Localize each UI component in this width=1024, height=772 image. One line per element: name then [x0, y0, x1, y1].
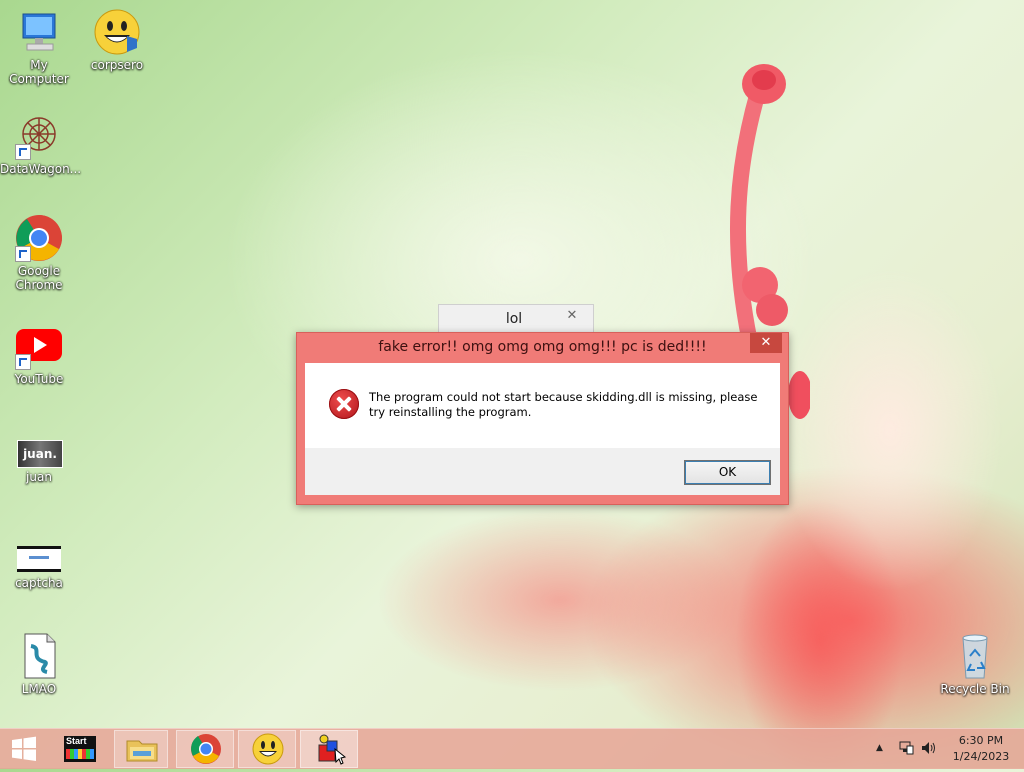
error-dialog: fake error!! omg omg omg omg!!! pc is de… — [296, 332, 789, 505]
icon-label: juan — [26, 470, 52, 484]
desktop-icon-captcha[interactable]: captcha — [0, 532, 78, 590]
clock-date: 1/24/2023 — [952, 750, 1010, 763]
windows-logo-icon[interactable] — [0, 730, 48, 768]
tray-up-arrow-icon[interactable]: ▲ — [876, 743, 883, 753]
shortcut-arrow-icon — [15, 144, 31, 160]
chrome-icon[interactable] — [176, 730, 234, 768]
icon-label: Google Chrome — [15, 264, 63, 292]
dialog-message: The program could not start because skid… — [369, 390, 758, 419]
desktop-icon-juan[interactable]: juan. juan — [0, 428, 78, 484]
icon-label: My Computer — [9, 58, 69, 86]
icon-label: LMAO — [21, 682, 57, 696]
shortcut-arrow-icon — [15, 354, 31, 370]
icon-label: Recycle Bin — [940, 682, 1010, 696]
app-shapes-icon[interactable] — [300, 730, 358, 768]
desktop-icon-my-computer[interactable]: My Computer — [0, 8, 78, 86]
dialog-footer: OK — [305, 448, 780, 495]
ok-button[interactable]: OK — [684, 460, 771, 485]
clock[interactable]: 6:30 PM 1/24/2023 — [944, 733, 1018, 765]
icon-label: corpsero — [90, 58, 144, 72]
start-label: Start — [66, 736, 87, 746]
script-file-icon — [15, 632, 63, 680]
close-button[interactable]: ✕ — [750, 333, 782, 353]
desktop-icon-recycle-bin[interactable]: Recycle Bin — [936, 632, 1014, 696]
desktop-icon-youtube[interactable]: YouTube — [0, 322, 78, 386]
dialog-title: fake error!! omg omg omg omg!!! pc is de… — [378, 339, 707, 355]
desktop-icon-lmao[interactable]: LMAO — [0, 632, 78, 696]
captcha-image-icon — [15, 532, 63, 574]
icon-label: DataWagon... — [0, 162, 82, 176]
desktop-icon-datawagon[interactable]: DataWagon... — [0, 112, 82, 176]
recycle-bin-icon — [951, 632, 999, 680]
datawagon-icon — [15, 112, 63, 160]
shortcut-arrow-icon — [15, 246, 31, 262]
chrome-icon — [15, 214, 63, 262]
computer-icon — [15, 8, 63, 56]
start-app-icon[interactable]: Start — [56, 730, 104, 768]
juan-image-icon: juan. — [15, 428, 63, 468]
error-icon — [329, 389, 359, 419]
close-icon[interactable]: ✕ — [557, 308, 587, 324]
youtube-icon — [15, 322, 63, 370]
smiley-icon — [93, 8, 141, 56]
clock-time: 6:30 PM — [958, 734, 1004, 747]
network-icon[interactable] — [898, 740, 914, 759]
icon-label: captcha — [15, 576, 63, 590]
volume-icon[interactable] — [920, 740, 938, 759]
icon-label: YouTube — [14, 372, 64, 386]
dialog-body: The program could not start because skid… — [305, 363, 780, 495]
desktop-icon-google-chrome[interactable]: Google Chrome — [0, 214, 78, 292]
desktop-icon-corpsero[interactable]: corpsero — [78, 8, 156, 72]
taskbar: Start ▲ 6:30 PM 1/24/2023 — [0, 728, 1024, 769]
smiley-icon[interactable] — [238, 730, 296, 768]
file-explorer-icon[interactable] — [114, 730, 168, 768]
